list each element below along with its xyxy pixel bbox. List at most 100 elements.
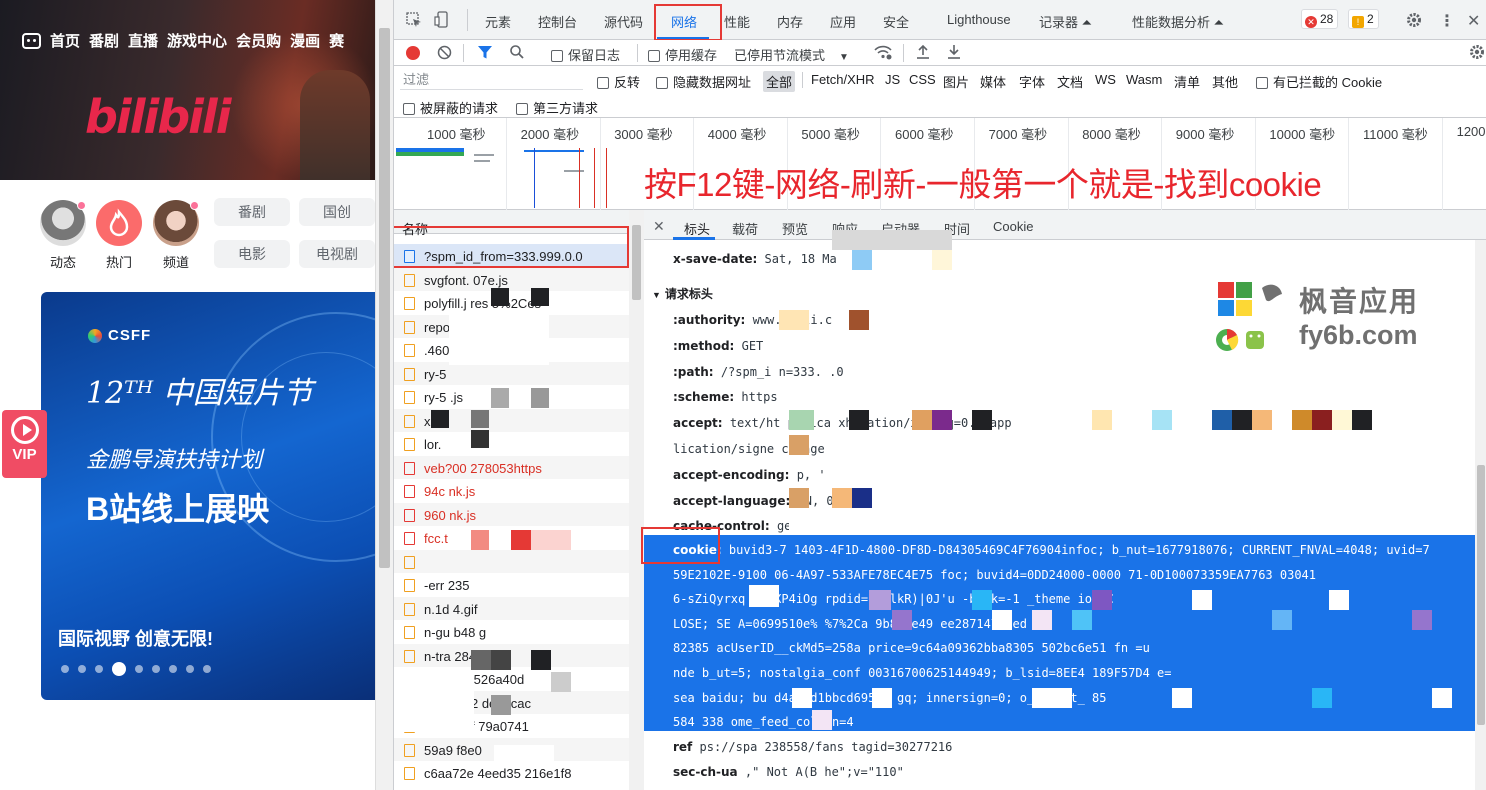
type-filter-other[interactable]: 其他	[1212, 72, 1238, 91]
request-row[interactable]: svgfont. 07e.js	[394, 267, 629, 291]
details-tab-payload[interactable]: 载荷	[732, 219, 758, 238]
throttling-select[interactable]: 已停用节流模式 ▼	[734, 45, 849, 64]
overview-gridline	[506, 118, 507, 210]
search-icon[interactable]	[509, 44, 525, 63]
warning-count-badge[interactable]: ! 2	[1348, 9, 1379, 29]
category-tv[interactable]: 电视剧	[299, 240, 375, 268]
carousel-dot[interactable]	[135, 665, 143, 673]
nav-home[interactable]: 首页	[50, 30, 80, 51]
hide-data-urls-checkbox[interactable]: 隐藏数据网址	[656, 72, 751, 91]
channel-hot[interactable]: 热门	[96, 200, 142, 271]
type-filter-manifest[interactable]: 清单	[1174, 72, 1200, 91]
request-row[interactable]: polyfill.j res 5%2Ces	[394, 291, 629, 315]
request-row[interactable]: veb?00 278053https	[394, 455, 629, 479]
carousel-dot[interactable]	[169, 665, 177, 673]
nav-shop[interactable]: 会员购	[236, 30, 281, 51]
request-row[interactable]: n.1d 4.gif	[394, 596, 629, 620]
carousel-dot[interactable]	[95, 665, 103, 673]
request-row[interactable]: n-tra 284 g	[394, 643, 629, 667]
carousel-dot[interactable]	[78, 665, 86, 673]
tab-console[interactable]: 控制台	[538, 12, 577, 31]
category-guochuang[interactable]: 国创	[299, 198, 375, 226]
request-headers-section-toggle[interactable]: ▼ 请求标头	[652, 285, 713, 302]
preserve-log-checkbox[interactable]: 保留日志	[551, 45, 620, 64]
device-toolbar-icon[interactable]	[434, 11, 450, 32]
nav-manga[interactable]: 漫画	[290, 30, 320, 51]
blocked-cookies-checkbox[interactable]: 有已拦截的 Cookie	[1256, 72, 1382, 91]
network-conditions-icon[interactable]	[873, 44, 893, 63]
type-filter-fetch-xhr[interactable]: Fetch/XHR	[811, 72, 875, 87]
import-har-icon[interactable]	[916, 44, 930, 63]
third-party-checkbox[interactable]: 第三方请求	[516, 98, 598, 117]
annotation-instruction: 按F12键-网络-刷新-一般第一个就是-找到cookie	[644, 166, 1322, 203]
tab-application[interactable]: 应用	[830, 12, 856, 31]
carousel-dot[interactable]	[61, 665, 69, 673]
error-count-badge[interactable]: ✕ 28	[1301, 9, 1339, 29]
tab-performance-insights[interactable]: 性能数据分析 ⏶	[1132, 12, 1224, 31]
nav-live[interactable]: 直播	[128, 30, 158, 51]
category-movie[interactable]: 电影	[214, 240, 290, 268]
tab-memory[interactable]: 内存	[777, 12, 803, 31]
record-icon[interactable]	[406, 46, 420, 60]
category-anime[interactable]: 番剧	[214, 198, 290, 226]
clear-icon[interactable]	[437, 45, 452, 63]
type-filter-doc[interactable]: 文档	[1057, 72, 1083, 91]
request-row[interactable]	[394, 549, 629, 573]
close-icon[interactable]: ✕	[1467, 11, 1480, 31]
promo-carousel[interactable]: CSFF 12ᵀᴴ 中国短片节 金鹏导演扶持计划 B站线上展映 国际视野 创意无…	[41, 292, 375, 700]
type-filter-js[interactable]: JS	[885, 72, 900, 87]
filter-icon[interactable]	[477, 45, 493, 63]
details-tab-preview[interactable]: 预览	[782, 219, 808, 238]
type-filter-font[interactable]: 字体	[1019, 72, 1045, 91]
type-filter-media[interactable]: 媒体	[980, 72, 1006, 91]
page-scrollbar[interactable]	[375, 0, 393, 790]
vip-badge[interactable]: VIP	[2, 410, 47, 478]
carousel-dot[interactable]	[112, 662, 126, 676]
carousel-dots[interactable]	[61, 662, 211, 676]
export-har-icon[interactable]	[947, 44, 961, 63]
request-row[interactable]: -err 235	[394, 573, 629, 597]
type-filter-css[interactable]: CSS	[909, 72, 936, 87]
details-scrollbar[interactable]	[1475, 240, 1486, 790]
request-row[interactable]: lor.	[394, 432, 629, 456]
type-filter-wasm[interactable]: Wasm	[1126, 72, 1162, 87]
filter-input[interactable]	[400, 70, 583, 90]
carousel-dot[interactable]	[186, 665, 194, 673]
tab-sources[interactable]: 源代码	[604, 12, 643, 31]
request-row[interactable]: x.9c	[394, 408, 629, 432]
tab-recorder[interactable]: 记录器 ⏶	[1039, 12, 1092, 31]
bilibili-tv-icon[interactable]	[22, 32, 41, 49]
request-row[interactable]: ry-5	[394, 361, 629, 385]
type-filter-img[interactable]: 图片	[943, 72, 969, 91]
type-filter-ws[interactable]: WS	[1095, 72, 1116, 87]
network-overview-timeline[interactable]: 1000 毫秒 2000 毫秒 3000 毫秒 4000 毫秒 5000 毫秒 6000 …	[394, 118, 1486, 210]
request-list-scrollbar[interactable]	[629, 210, 644, 790]
channel-dynamic[interactable]: 动态	[40, 200, 86, 271]
close-details-icon[interactable]: ✕	[653, 218, 665, 235]
details-tab-headers[interactable]: 标头	[684, 219, 710, 238]
request-row[interactable]: 94c nk.js	[394, 479, 629, 503]
request-row[interactable]: ry-5 .js	[394, 385, 629, 409]
more-options-icon[interactable]: ⋮	[1439, 11, 1455, 31]
tab-lighthouse[interactable]: Lighthouse	[947, 12, 1011, 27]
nav-anime[interactable]: 番剧	[89, 30, 119, 51]
disable-cache-checkbox[interactable]: 停用缓存	[648, 45, 717, 64]
invert-checkbox[interactable]: 反转	[597, 72, 640, 91]
network-settings-gear-icon[interactable]	[1468, 43, 1486, 64]
tab-security[interactable]: 安全	[883, 12, 909, 31]
bilibili-logo[interactable]: bilibili	[85, 90, 231, 144]
carousel-dot[interactable]	[152, 665, 160, 673]
nav-events[interactable]: 赛	[329, 30, 344, 51]
type-filter-all[interactable]: 全部	[763, 71, 796, 92]
tab-elements[interactable]: 元素	[485, 12, 511, 31]
inspect-element-icon[interactable]	[406, 12, 422, 31]
channel-channels[interactable]: 频道	[153, 200, 199, 271]
carousel-dot[interactable]	[203, 665, 211, 673]
details-tab-cookies[interactable]: Cookie	[993, 219, 1033, 234]
tab-performance[interactable]: 性能	[724, 12, 750, 31]
blocked-requests-checkbox[interactable]: 被屏蔽的请求	[403, 98, 498, 117]
request-row[interactable]: 960 nk.js	[394, 502, 629, 526]
settings-gear-icon[interactable]	[1405, 11, 1423, 32]
request-row[interactable]: n-gu b48 g	[394, 620, 629, 644]
nav-game-center[interactable]: 游戏中心	[167, 30, 227, 51]
